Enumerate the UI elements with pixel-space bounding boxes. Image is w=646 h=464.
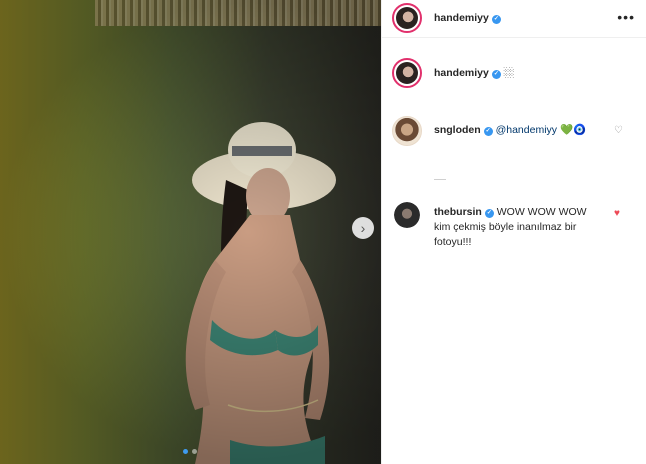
comment-text-line1: WOW WOW WOW (496, 206, 587, 218)
comment-text-line3: fotoyu!!! (434, 236, 472, 248)
like-heart-filled-icon[interactable]: ♥ (614, 208, 620, 219)
verified-icon: ✓ (483, 127, 493, 136)
comment-sngloden: sngloden ✓ @handemiyy 💚🧿 (434, 123, 624, 136)
comment-thebursin: thebursin ✓ WOW WOW WOW kim çekmiş böyle … (434, 205, 614, 250)
commenter-avatar-thebursin[interactable] (394, 202, 420, 228)
caption-text: 🏼 (503, 67, 515, 79)
photo-shade (0, 0, 381, 464)
author-avatar[interactable] (392, 3, 422, 33)
author-username[interactable]: handemiyy ✓ (434, 12, 501, 24)
carousel-dots (183, 449, 197, 454)
instagram-post: › handemiyy ✓ ••• handemiyy ✓ 🏼 sngloden… (0, 0, 646, 464)
more-options-icon[interactable]: ••• (617, 9, 635, 25)
post-image[interactable]: › (0, 0, 381, 464)
verified-icon: ✓ (484, 209, 494, 218)
post-header: handemiyy ✓ ••• (382, 0, 646, 38)
chevron-right-icon: › (360, 220, 366, 236)
carousel-next-button[interactable]: › (352, 217, 374, 239)
comment-emoji: 💚🧿 (559, 124, 587, 136)
carousel-dot (192, 449, 197, 454)
verified-icon: ✓ (491, 15, 501, 24)
carousel-dot-active (183, 449, 188, 454)
author-username-text[interactable]: handemiyy (434, 12, 489, 24)
verified-icon: ✓ (491, 70, 501, 79)
view-replies-line[interactable] (434, 179, 446, 180)
caption-username[interactable]: handemiyy (434, 67, 489, 79)
caption-row: handemiyy ✓ 🏼 (434, 67, 514, 80)
caption-avatar[interactable] (392, 58, 422, 88)
comment-username[interactable]: thebursin (434, 206, 482, 218)
comment-username[interactable]: sngloden (434, 124, 481, 136)
comment-text-line2: kim çekmiş böyle inanılmaz bir (434, 221, 577, 233)
commenter-avatar-sngloden[interactable] (392, 116, 422, 146)
like-heart-outline-icon[interactable]: ♡ (614, 125, 623, 136)
comment-mention-link[interactable]: @handemiyy (496, 124, 557, 136)
post-sidebar: handemiyy ✓ ••• handemiyy ✓ 🏼 sngloden ✓ @h… (381, 0, 646, 464)
